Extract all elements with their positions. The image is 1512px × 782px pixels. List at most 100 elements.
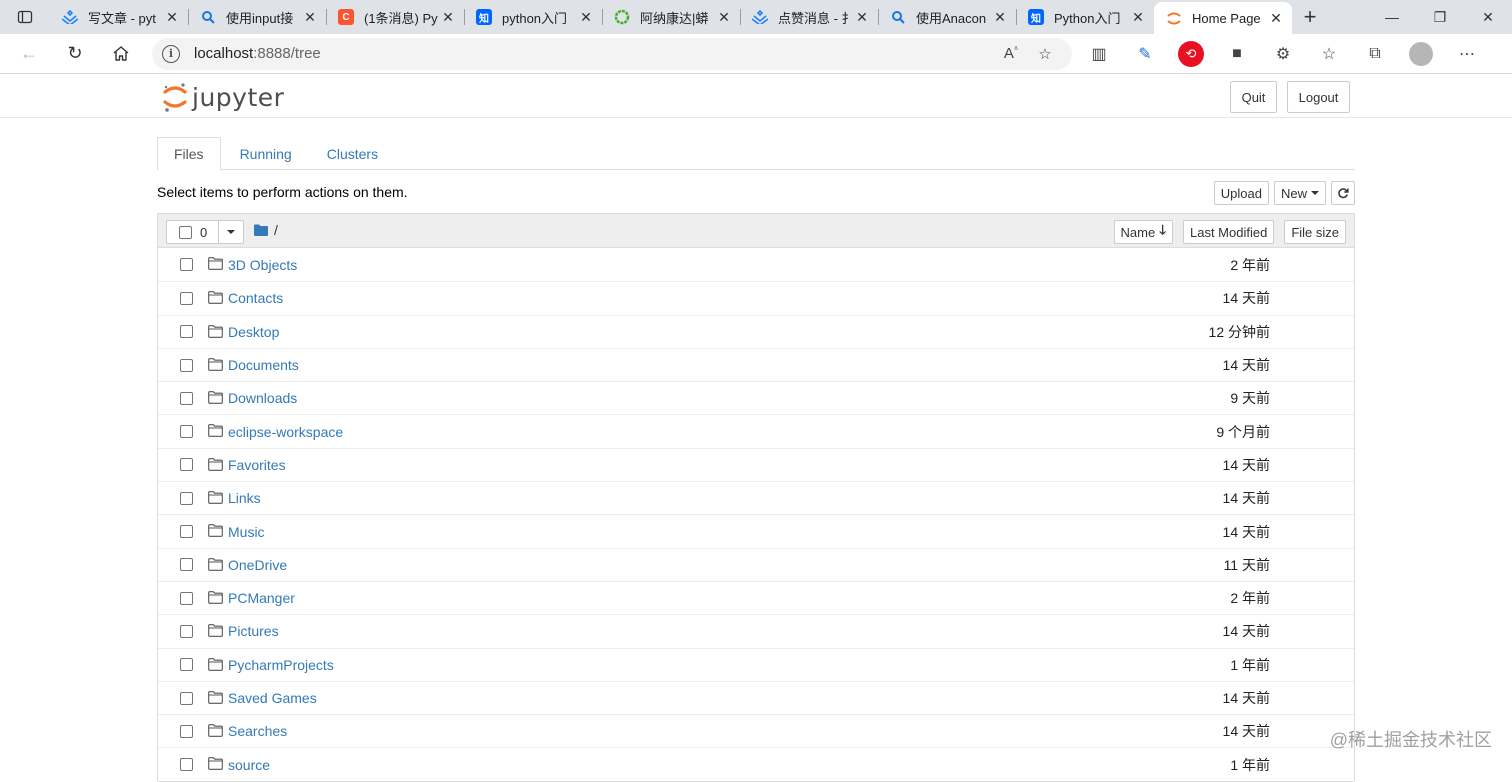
row-checkbox[interactable]	[180, 558, 193, 572]
select-dropdown-button[interactable]	[219, 221, 243, 243]
file-name-link[interactable]: source	[228, 757, 270, 773]
sort-size-button[interactable]: File size	[1284, 220, 1346, 244]
browser-tab[interactable]: 知 Python入门 ✕	[1016, 0, 1154, 34]
refresh-button[interactable]: ↻	[52, 34, 98, 74]
tab-close-icon[interactable]: ✕	[854, 9, 870, 26]
add-favorite-icon[interactable]: ☆	[1028, 45, 1062, 63]
file-name-link[interactable]: Downloads	[228, 390, 297, 406]
new-tab-button[interactable]: +	[1292, 0, 1328, 34]
file-row[interactable]: Links 14 天前	[158, 481, 1354, 515]
restore-button[interactable]: ❐	[1416, 0, 1464, 34]
file-row[interactable]: Saved Games 14 天前	[158, 680, 1354, 715]
row-checkbox[interactable]	[180, 291, 193, 305]
extensions-puzzle-icon[interactable]: ⚙	[1260, 34, 1306, 74]
tab-actions-button[interactable]	[0, 0, 50, 34]
back-button[interactable]: ←	[6, 34, 52, 74]
row-checkbox[interactable]	[180, 425, 193, 439]
row-checkbox[interactable]	[180, 658, 193, 672]
file-row[interactable]: Desktop 12 分钟前	[158, 314, 1354, 348]
collections-icon[interactable]: ⧉	[1352, 34, 1398, 74]
file-name-link[interactable]: PycharmProjects	[228, 657, 334, 673]
file-name-link[interactable]: Favorites	[228, 457, 286, 473]
extension-red-icon[interactable]: ⟲	[1178, 40, 1204, 67]
browser-tab[interactable]: Home Page ✕	[1154, 2, 1292, 34]
row-checkbox[interactable]	[180, 591, 193, 605]
file-row[interactable]: Documents 14 天前	[158, 347, 1354, 382]
address-bar[interactable]: i localhost:8888/tree Aᐞ ☆	[152, 37, 1072, 70]
sort-name-button[interactable]: Name 🡓	[1113, 220, 1173, 244]
tab-close-icon[interactable]: ✕	[440, 9, 456, 26]
browser-tab[interactable]: 使用Anacon ✕	[878, 0, 1016, 34]
close-window-button[interactable]: ✕	[1464, 0, 1512, 34]
minimize-button[interactable]: —	[1368, 0, 1416, 34]
file-row[interactable]: OneDrive 11 天前	[158, 547, 1354, 581]
home-button[interactable]	[98, 34, 144, 74]
browser-tab[interactable]: 使用input接 ✕	[188, 0, 326, 34]
browser-tab[interactable]: C (1条消息) Py ✕	[326, 0, 464, 34]
favorites-icon[interactable]: ☆	[1306, 34, 1352, 74]
file-row[interactable]: Downloads 9 天前	[158, 381, 1354, 415]
breadcrumb[interactable]: /	[254, 222, 278, 238]
tab-close-icon[interactable]: ✕	[164, 9, 180, 26]
row-checkbox[interactable]	[180, 624, 193, 638]
logout-button[interactable]: Logout	[1287, 81, 1350, 113]
file-name-link[interactable]: Desktop	[228, 324, 279, 340]
file-row[interactable]: PCManger 2 年前	[158, 580, 1354, 615]
row-checkbox[interactable]	[180, 491, 193, 505]
file-row[interactable]: Music 14 天前	[158, 514, 1354, 548]
file-name-link[interactable]: eclipse-workspace	[228, 424, 343, 440]
jupyter-logo[interactable]: jupyter	[162, 81, 284, 113]
tab-files[interactable]: Files	[157, 137, 221, 171]
browser-tab[interactable]: 知 python入门 ✕	[464, 0, 602, 34]
tab-close-icon[interactable]: ✕	[716, 9, 732, 26]
file-name-link[interactable]: Links	[228, 490, 261, 506]
file-name-link[interactable]: Music	[228, 524, 265, 540]
row-checkbox[interactable]	[180, 458, 193, 472]
site-info-icon[interactable]: i	[162, 44, 180, 63]
file-row[interactable]: Searches 14 天前	[158, 714, 1354, 748]
row-checkbox[interactable]	[180, 691, 193, 705]
row-checkbox[interactable]	[180, 525, 193, 539]
file-row[interactable]: Pictures 14 天前	[158, 614, 1354, 648]
select-all-checkbox[interactable]	[179, 225, 192, 239]
upload-button[interactable]: Upload	[1213, 181, 1269, 205]
file-name-link[interactable]: Searches	[228, 723, 287, 739]
row-checkbox[interactable]	[180, 258, 193, 272]
file-name-link[interactable]: OneDrive	[228, 557, 287, 573]
tab-close-icon[interactable]: ✕	[992, 9, 1008, 26]
tab-close-icon[interactable]: ✕	[302, 9, 318, 26]
file-name-link[interactable]: Documents	[228, 357, 299, 373]
breadcrumb-root[interactable]: /	[274, 222, 278, 238]
refresh-list-button[interactable]	[1331, 181, 1355, 205]
tab-close-icon[interactable]: ✕	[1130, 9, 1146, 26]
file-row[interactable]: eclipse-workspace 9 个月前	[158, 414, 1354, 448]
browser-tab[interactable]: 阿纳康达|蟒 ✕	[602, 0, 740, 34]
select-all-button[interactable]: 0	[167, 221, 219, 243]
file-row[interactable]: 3D Objects 2 年前	[158, 248, 1354, 282]
tab-close-icon[interactable]: ✕	[1268, 10, 1284, 27]
file-name-link[interactable]: Pictures	[228, 623, 279, 639]
file-row[interactable]: PycharmProjects 1 年前	[158, 647, 1354, 681]
row-checkbox[interactable]	[180, 724, 193, 738]
row-checkbox[interactable]	[180, 758, 193, 772]
file-row[interactable]: Favorites 14 天前	[158, 447, 1354, 482]
sort-modified-button[interactable]: Last Modified	[1182, 220, 1275, 244]
row-checkbox[interactable]	[180, 391, 193, 405]
browser-tab[interactable]: 写文章 - pyt ✕	[50, 0, 188, 34]
file-row[interactable]: source 1 年前	[158, 747, 1354, 781]
tab-clusters[interactable]: Clusters	[311, 137, 394, 170]
tab-running[interactable]: Running	[224, 137, 308, 170]
new-dropdown-button[interactable]: New	[1273, 181, 1326, 205]
more-menu-icon[interactable]: ⋯	[1444, 34, 1490, 74]
file-row[interactable]: Contacts 14 天前	[158, 281, 1354, 315]
tab-close-icon[interactable]: ✕	[578, 9, 594, 26]
file-name-link[interactable]: 3D Objects	[228, 257, 297, 273]
profile-avatar[interactable]	[1409, 41, 1433, 66]
pen-extension-icon[interactable]: ✎	[1122, 34, 1168, 74]
extension-dark-icon[interactable]: ■	[1214, 34, 1260, 74]
file-name-link[interactable]: Saved Games	[228, 690, 317, 706]
browser-tab[interactable]: 点赞消息 - 扌 ✕	[740, 0, 878, 34]
file-name-link[interactable]: PCManger	[228, 590, 295, 606]
read-aloud-icon[interactable]: Aᐞ	[994, 45, 1028, 62]
reader-view-icon[interactable]: ▥	[1076, 34, 1122, 74]
